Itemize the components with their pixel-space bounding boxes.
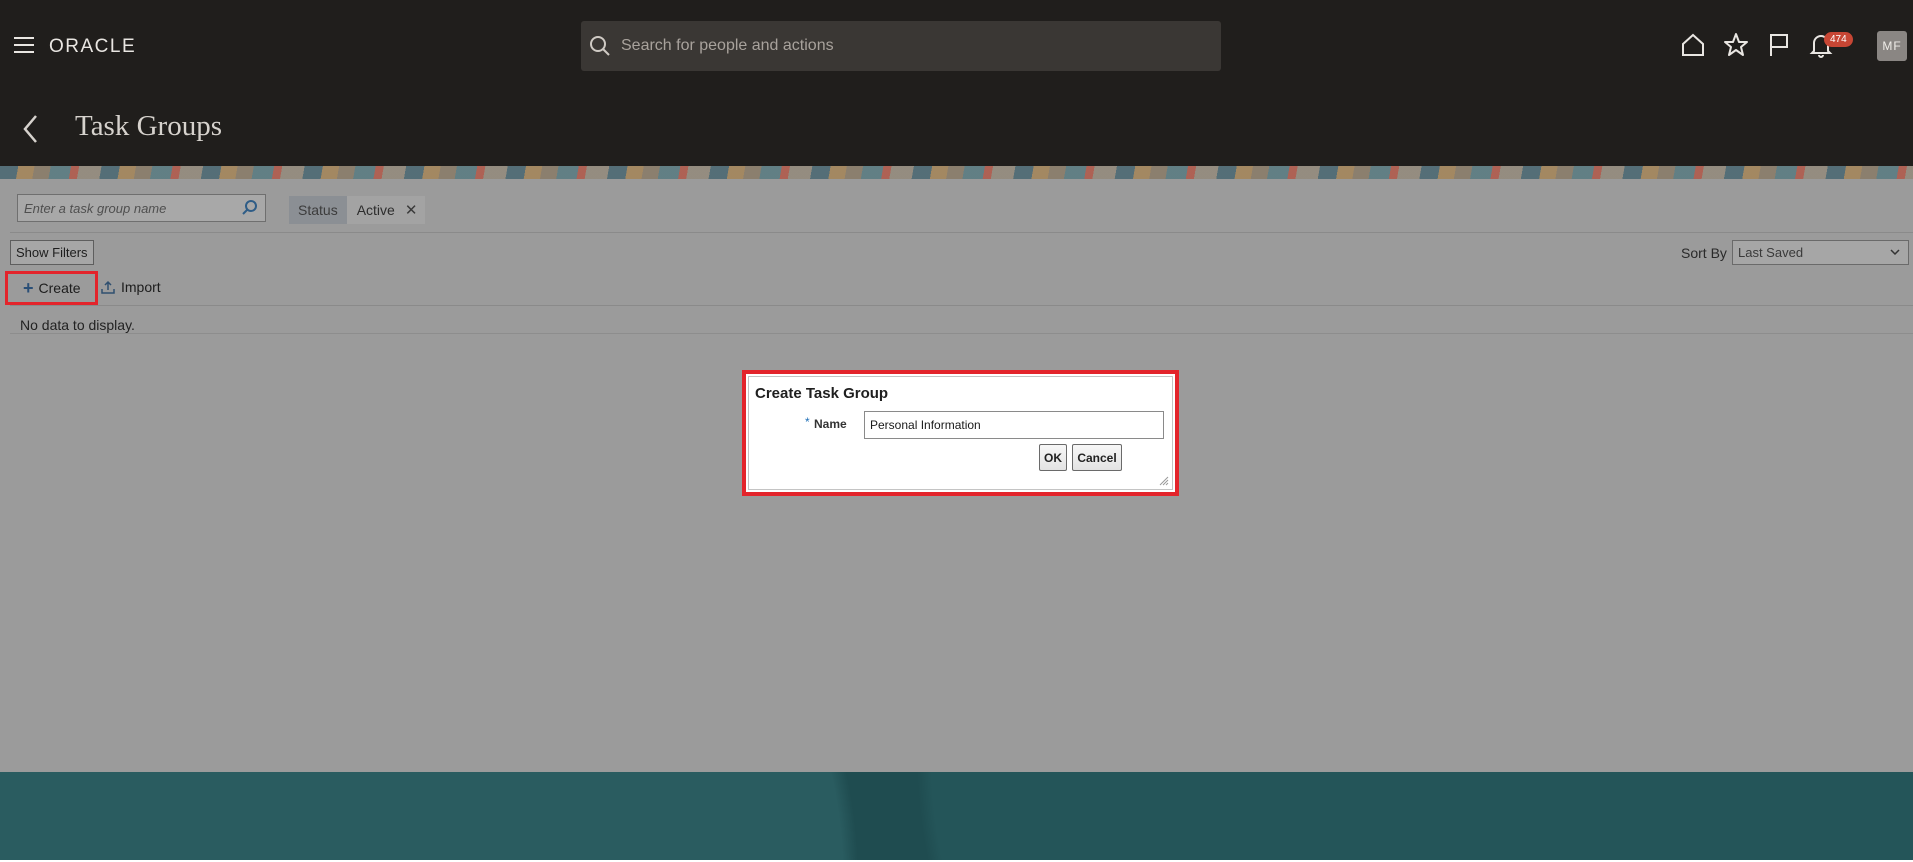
import-button[interactable]: Import — [101, 279, 161, 295]
sort-by-label: Sort By — [1681, 245, 1727, 261]
import-button-label: Import — [121, 279, 161, 295]
global-search-input[interactable] — [621, 37, 1221, 55]
required-marker: * — [805, 415, 810, 429]
name-field[interactable] — [864, 411, 1164, 439]
home-icon[interactable] — [1680, 32, 1706, 58]
page-title: Task Groups — [75, 110, 222, 142]
sort-by-select[interactable]: Last Saved — [1732, 240, 1909, 265]
sort-by-value: Last Saved — [1738, 245, 1804, 260]
resize-grip-icon[interactable] — [1159, 476, 1169, 486]
decorative-footer — [0, 772, 1913, 860]
dialog-title: Create Task Group — [755, 385, 889, 402]
status-filter-chip[interactable]: Status Active ✕ — [289, 196, 426, 224]
create-task-group-dialog: Create Task Group * Name OK Cancel — [742, 370, 1179, 496]
search-icon[interactable] — [240, 198, 260, 218]
user-avatar[interactable]: MF — [1877, 31, 1907, 61]
chevron-down-icon — [1890, 249, 1900, 256]
cancel-button[interactable]: Cancel — [1072, 444, 1122, 471]
status-chip-label: Status — [289, 196, 347, 224]
divider — [10, 333, 1913, 334]
hamburger-menu-icon[interactable] — [14, 37, 34, 53]
decorative-banner — [0, 166, 1913, 179]
notification-count-badge: 474 — [1824, 32, 1853, 47]
divider — [10, 232, 1913, 233]
show-filters-button[interactable]: Show Filters — [10, 240, 94, 265]
oracle-logo[interactable]: ORACLE — [49, 36, 136, 58]
ok-button[interactable]: OK — [1039, 444, 1067, 471]
flag-icon[interactable] — [1766, 32, 1792, 58]
back-chevron-icon[interactable] — [20, 112, 42, 146]
upload-icon — [101, 280, 115, 294]
star-icon[interactable] — [1723, 32, 1749, 58]
name-field-label: Name — [814, 417, 847, 431]
create-button-label: Create — [38, 280, 81, 296]
divider — [10, 305, 1913, 306]
create-button[interactable]: + Create — [5, 271, 98, 305]
dialog-body: Create Task Group * Name OK Cancel — [748, 376, 1173, 490]
plus-icon: + — [23, 278, 34, 298]
global-header: ORACLE 474 MF Task Groups — [0, 0, 1913, 166]
search-icon — [590, 36, 610, 56]
task-group-search-input[interactable] — [18, 195, 240, 221]
task-group-search[interactable] — [17, 194, 266, 222]
global-search[interactable] — [581, 21, 1221, 71]
empty-results-message: No data to display. — [20, 317, 135, 333]
remove-filter-icon[interactable]: ✕ — [401, 201, 426, 219]
status-chip-value: Active — [356, 202, 395, 218]
